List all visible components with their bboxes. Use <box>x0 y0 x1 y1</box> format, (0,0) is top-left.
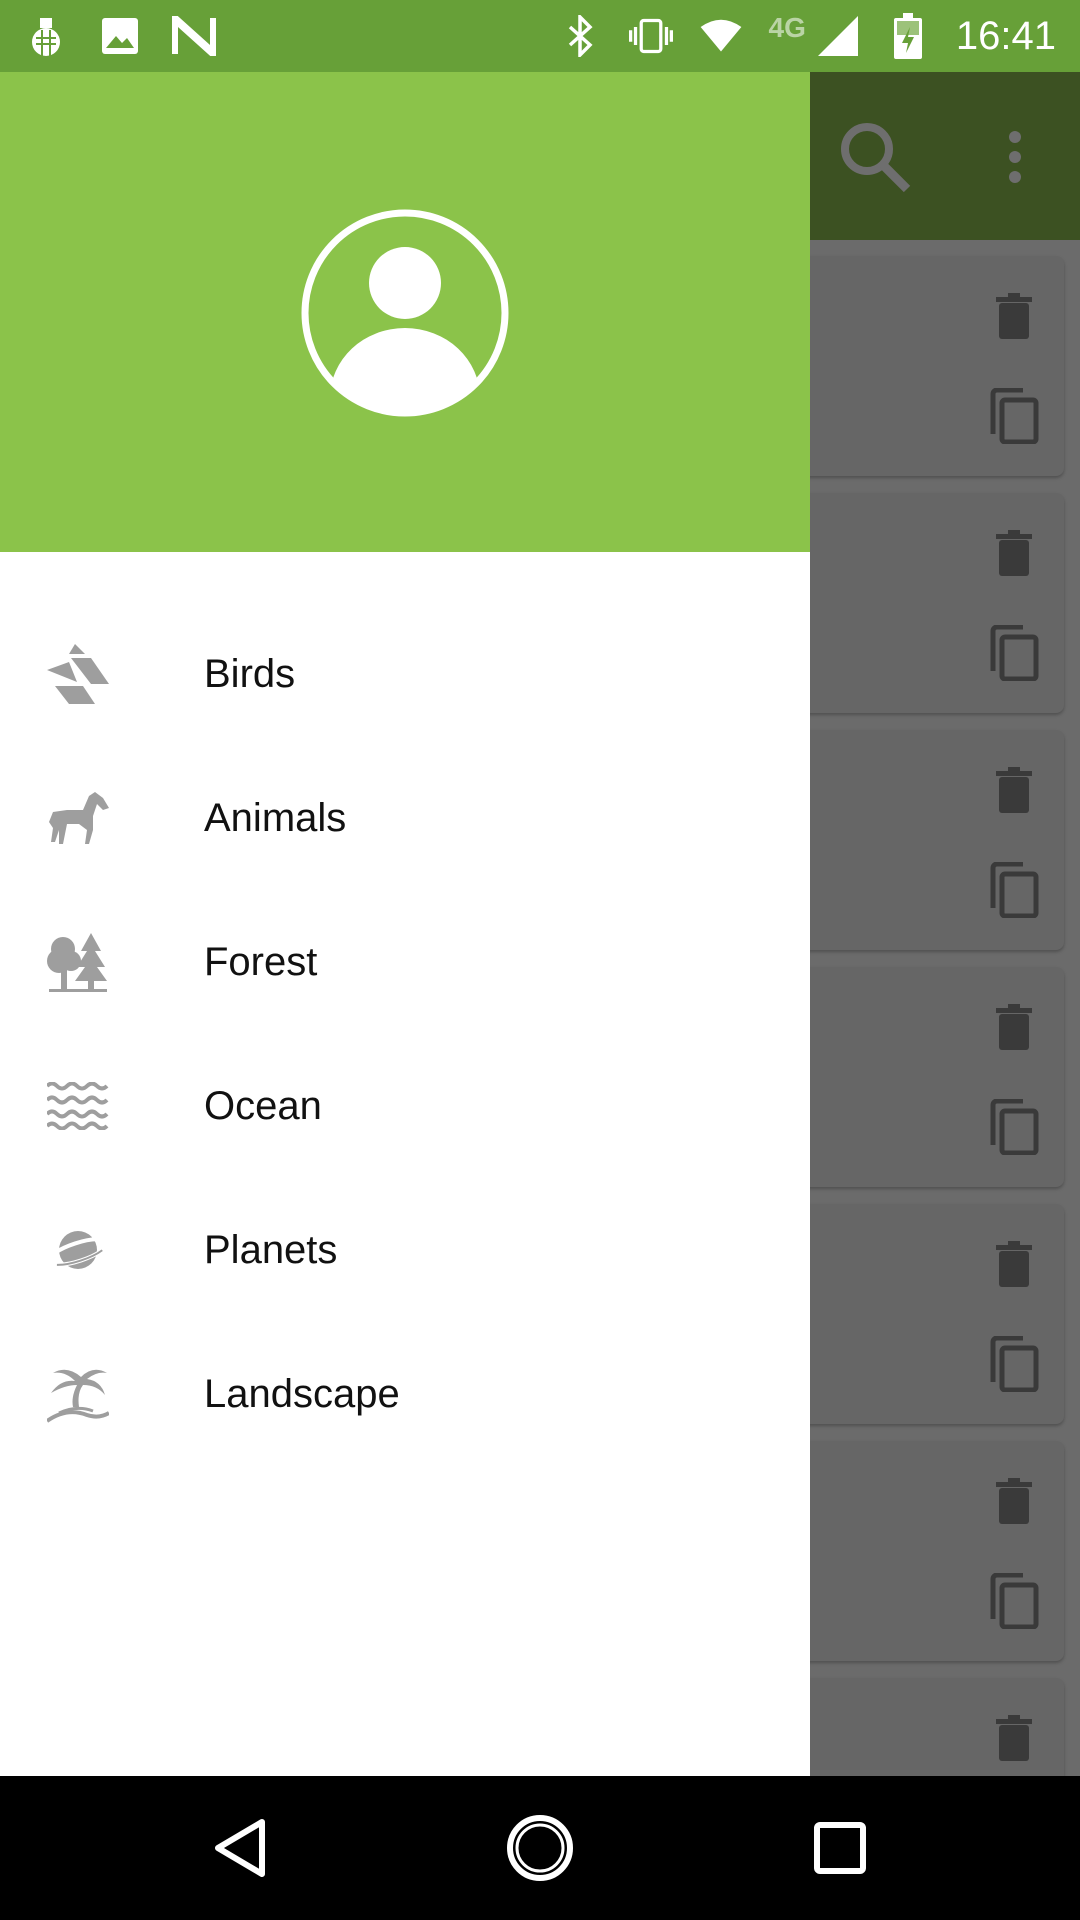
bluetooth-icon <box>559 14 603 58</box>
drawer-item-forest[interactable]: Forest <box>0 890 810 1034</box>
navigation-drawer: Birds Animals Forest Ocean Planets Lands… <box>0 72 810 1776</box>
drawer-item-label: Ocean <box>204 1083 322 1128</box>
copy-icon[interactable] <box>984 1097 1044 1157</box>
delete-icon[interactable] <box>984 1234 1044 1294</box>
trees-icon <box>46 930 110 994</box>
drawer-item-animals[interactable]: Animals <box>0 746 810 890</box>
status-bar: 4G 16:41 <box>0 0 1080 72</box>
grenade-icon <box>24 14 68 58</box>
drawer-item-label: Birds <box>204 651 296 696</box>
copy-icon[interactable] <box>984 623 1044 683</box>
copy-icon[interactable] <box>984 1334 1044 1394</box>
battery-charging-icon <box>886 13 930 59</box>
list-card[interactable] <box>770 1204 1064 1424</box>
more-vert-icon[interactable] <box>970 112 1060 202</box>
network-type-label: 4G <box>768 12 806 43</box>
image-icon <box>98 14 142 58</box>
drawer-item-label: Landscape <box>204 1371 400 1416</box>
list-card[interactable] <box>770 493 1064 713</box>
list-card[interactable] <box>770 730 1064 950</box>
drawer-item-landscape[interactable]: Landscape <box>0 1322 810 1466</box>
drawer-item-birds[interactable]: Birds <box>0 602 810 746</box>
list-card[interactable] <box>770 1441 1064 1661</box>
waves-icon <box>46 1074 110 1138</box>
list-card[interactable] <box>770 256 1064 476</box>
drawer-header <box>0 72 810 552</box>
cell-signal-icon <box>816 14 860 58</box>
list-card[interactable] <box>770 967 1064 1187</box>
drawer-item-planets[interactable]: Planets <box>0 1178 810 1322</box>
n-logo-icon <box>172 14 216 58</box>
copy-icon[interactable] <box>984 860 1044 920</box>
system-nav-bar <box>0 1776 1080 1920</box>
home-icon[interactable] <box>498 1806 582 1890</box>
drawer-item-label: Planets <box>204 1227 338 1272</box>
vibrate-icon <box>628 14 673 58</box>
account-circle-icon[interactable] <box>300 208 510 418</box>
delete-icon[interactable] <box>984 1708 1044 1768</box>
copy-icon[interactable] <box>984 1571 1044 1631</box>
delete-icon[interactable] <box>984 1471 1044 1531</box>
search-icon[interactable] <box>830 112 920 202</box>
delete-icon[interactable] <box>984 997 1044 1057</box>
horse-icon <box>46 786 110 850</box>
origami-bird-icon <box>46 642 110 706</box>
planet-icon <box>46 1218 110 1282</box>
drawer-item-label: Animals <box>204 795 347 840</box>
back-icon[interactable] <box>198 1806 282 1890</box>
status-clock: 16:41 <box>955 13 1056 58</box>
drawer-menu: Birds Animals Forest Ocean Planets Lands… <box>0 552 810 1466</box>
wifi-icon <box>699 14 743 58</box>
drawer-item-label: Forest <box>204 939 318 984</box>
copy-icon[interactable] <box>984 386 1044 446</box>
drawer-item-ocean[interactable]: Ocean <box>0 1034 810 1178</box>
delete-icon[interactable] <box>984 760 1044 820</box>
palm-island-icon <box>46 1362 110 1426</box>
recents-icon[interactable] <box>798 1806 882 1890</box>
delete-icon[interactable] <box>984 523 1044 583</box>
delete-icon[interactable] <box>984 286 1044 346</box>
